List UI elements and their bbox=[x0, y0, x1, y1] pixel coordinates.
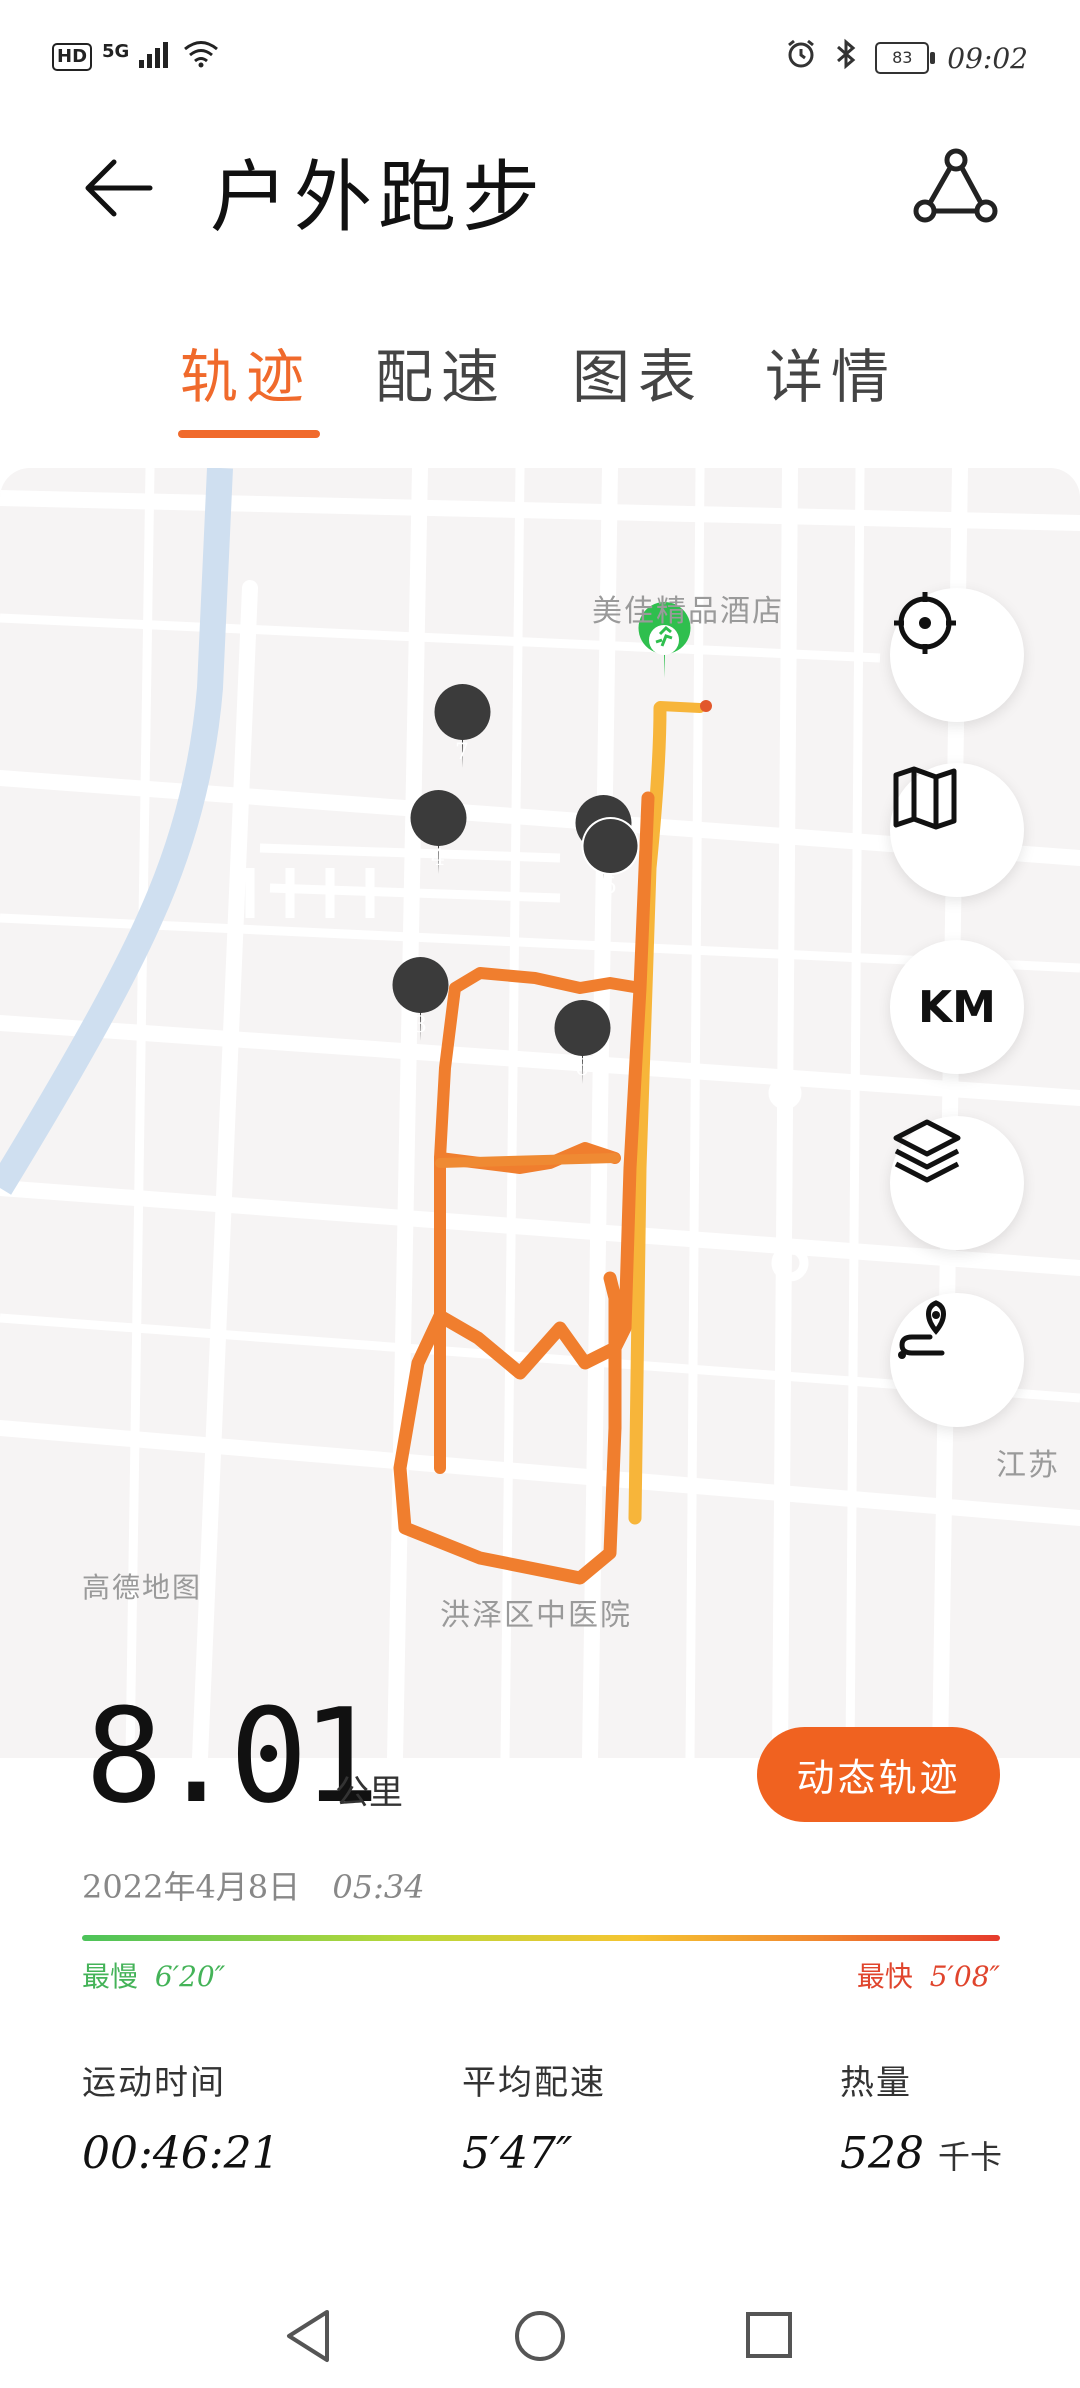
map-label-hotel: 美佳精品酒店 bbox=[592, 594, 784, 629]
page-title: 户外跑步 bbox=[210, 153, 547, 243]
status-bar: HD 5G 83 09:02 bbox=[0, 0, 1080, 110]
layers-icon bbox=[893, 1119, 961, 1183]
map-label-hospital: 洪泽区中医院 bbox=[440, 1598, 632, 1633]
map-provider-label: 高德地图 bbox=[82, 1571, 203, 1604]
nav-home-button[interactable] bbox=[512, 2308, 568, 2368]
tab-bar: 轨迹 配速 图表 详情 bbox=[0, 330, 1080, 440]
fastest-value: 5′08″ bbox=[929, 1960, 1000, 1993]
nav-back-icon bbox=[287, 2310, 329, 2362]
route-marker-button[interactable] bbox=[890, 1293, 1024, 1427]
dynamic-track-button[interactable]: 动态轨迹 bbox=[757, 1727, 1000, 1822]
battery-indicator: 83 bbox=[875, 42, 936, 74]
map-icon bbox=[893, 766, 957, 830]
river bbox=[0, 468, 233, 1195]
map-label-jiangsu: 江苏 bbox=[996, 1448, 1060, 1483]
nav-recents-icon bbox=[746, 2312, 792, 2358]
route-share-icon bbox=[913, 148, 998, 223]
stat-calories: 528 千卡 bbox=[840, 2128, 1002, 2179]
svg-text:5: 5 bbox=[603, 874, 617, 899]
fastest-pace: 最快 5′08″ bbox=[857, 1955, 1000, 1995]
tab-track[interactable]: 轨迹 bbox=[180, 330, 312, 414]
wifi-icon bbox=[183, 40, 219, 74]
pace-gradient-bar bbox=[82, 1935, 1000, 1941]
date-text: 2022年4月8日 bbox=[82, 1868, 301, 1906]
svg-text:3: 3 bbox=[413, 1013, 427, 1038]
status-right: 83 09:02 bbox=[785, 38, 1028, 78]
stat-label-calories: 热量 bbox=[840, 2063, 912, 2103]
hd-badge: HD bbox=[52, 43, 93, 71]
clock: 09:02 bbox=[947, 41, 1028, 75]
status-left: HD 5G bbox=[52, 40, 219, 74]
tab-pace[interactable]: 配速 bbox=[375, 330, 507, 414]
km-markers: 7 4 1 5 3 6 8 bbox=[392, 602, 712, 1084]
alarm-icon bbox=[785, 38, 817, 78]
stat-value-duration: 00:46:21 bbox=[82, 2128, 280, 2179]
svg-text:4: 4 bbox=[431, 846, 445, 871]
distance-value: 8.01 bbox=[85, 1680, 380, 1832]
route-map[interactable]: 7 4 1 5 3 6 8 美佳精品酒店 洪泽区中医院 高德地图 江苏 KM bbox=[0, 468, 1080, 1758]
workout-date: 2022年4月8日 05:34 bbox=[82, 1862, 425, 1908]
stat-label-duration: 运动时间 bbox=[82, 2063, 226, 2103]
signal-icon bbox=[139, 40, 173, 74]
tab-details[interactable]: 详情 bbox=[765, 330, 897, 414]
stat-value-calories: 528 bbox=[840, 2128, 924, 2179]
back-button[interactable] bbox=[80, 148, 160, 228]
svg-text:6: 6 bbox=[575, 1056, 589, 1081]
km-marker-5: 5 bbox=[581, 817, 640, 903]
layers-button[interactable] bbox=[890, 1116, 1024, 1250]
km-toggle-button[interactable]: KM bbox=[890, 940, 1024, 1074]
distance-unit: 公里 bbox=[335, 1773, 403, 1813]
network-label: 5G bbox=[102, 40, 130, 62]
share-route-button[interactable] bbox=[910, 145, 1000, 235]
km-marker-7: 7 bbox=[434, 684, 491, 768]
tab-chart[interactable]: 图表 bbox=[572, 330, 704, 414]
system-nav-bar bbox=[0, 2290, 1080, 2388]
slowest-value: 6′20″ bbox=[154, 1960, 226, 1993]
slowest-pace: 最慢 6′20″ bbox=[82, 1955, 225, 1995]
active-tab-indicator bbox=[178, 430, 320, 438]
bluetooth-icon bbox=[835, 38, 857, 78]
route-marker-icon bbox=[898, 1300, 946, 1359]
nav-recents-button[interactable] bbox=[744, 2310, 794, 2364]
slowest-label: 最慢 bbox=[82, 1960, 139, 1993]
locate-icon bbox=[894, 592, 956, 654]
back-arrow-icon bbox=[85, 159, 153, 217]
map-type-button[interactable] bbox=[890, 763, 1024, 897]
locate-button[interactable] bbox=[890, 588, 1024, 722]
svg-text:7: 7 bbox=[455, 740, 469, 765]
nav-home-icon bbox=[515, 2311, 565, 2361]
km-marker-3: 3 bbox=[392, 957, 449, 1041]
stat-label-pace: 平均配速 bbox=[462, 2063, 606, 2103]
stat-unit-calories: 千卡 bbox=[937, 2138, 1002, 2176]
start-time: 05:34 bbox=[332, 1868, 425, 1906]
stat-value-pace: 5′47″ bbox=[462, 2128, 573, 2179]
nav-back-button[interactable] bbox=[283, 2308, 333, 2368]
fastest-label: 最快 bbox=[856, 1960, 913, 1993]
